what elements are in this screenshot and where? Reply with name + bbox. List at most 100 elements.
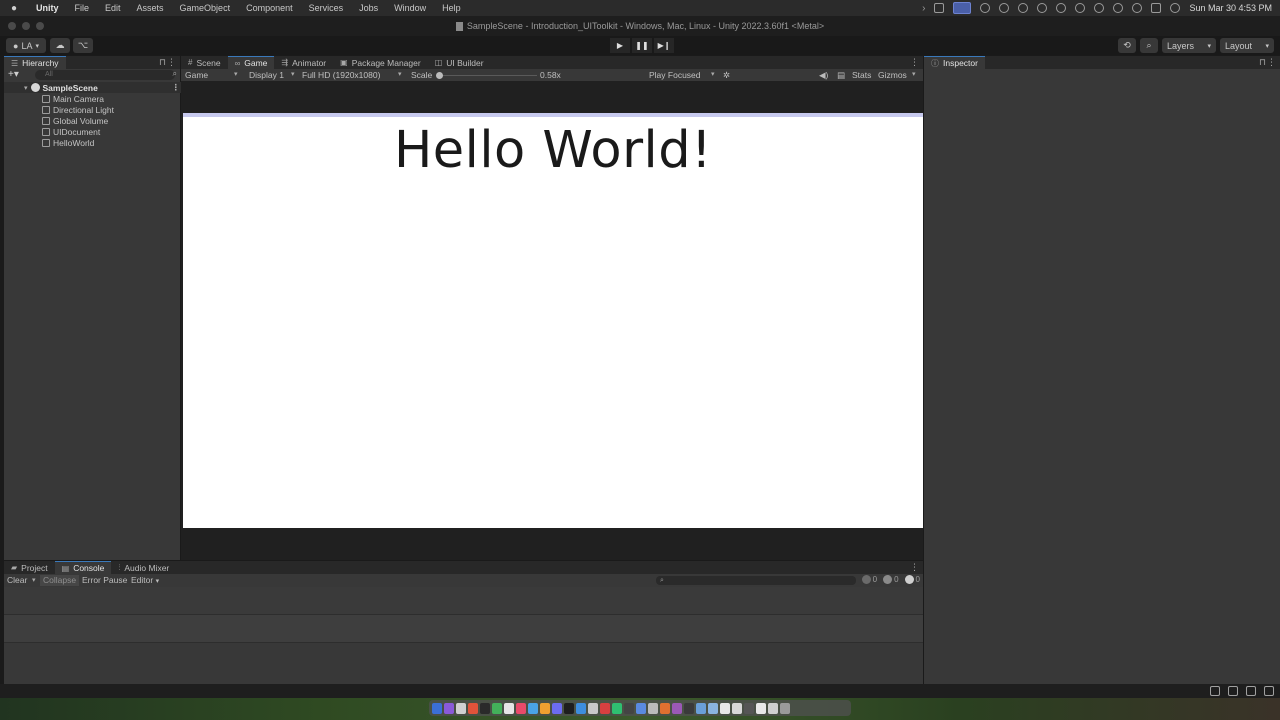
bug-icon[interactable]: ✲ bbox=[723, 69, 730, 81]
account-dropdown[interactable]: ● LA ▾ bbox=[6, 38, 46, 53]
error-count-toggle[interactable]: 0 bbox=[861, 575, 877, 584]
preview-icon[interactable] bbox=[648, 702, 658, 714]
tab-animator[interactable]: ⇶ Animator bbox=[274, 56, 333, 69]
hierarchy-search-input[interactable]: All bbox=[35, 70, 175, 80]
editor-dropdown[interactable]: Editor ▾ bbox=[128, 575, 162, 586]
keyboard-icon[interactable]: ▤ bbox=[837, 69, 845, 81]
menu-gameobject[interactable]: GameObject bbox=[172, 3, 239, 13]
photos-icon[interactable] bbox=[540, 702, 550, 714]
trash-icon[interactable] bbox=[780, 702, 790, 714]
tree-item-helloworld[interactable]: HelloWorld bbox=[4, 137, 184, 148]
tab-ui-builder[interactable]: ◫ UI Builder bbox=[428, 56, 491, 69]
rider-icon[interactable] bbox=[684, 702, 694, 714]
downloads-icon[interactable] bbox=[708, 702, 718, 714]
zoom-icon[interactable] bbox=[636, 702, 646, 714]
messages-icon[interactable] bbox=[492, 702, 502, 714]
cloud-button[interactable]: ☁ bbox=[50, 38, 70, 53]
settings-icon[interactable] bbox=[588, 702, 598, 714]
scale-slider-track[interactable] bbox=[437, 75, 537, 76]
notes-icon[interactable] bbox=[504, 702, 514, 714]
extension-icon[interactable] bbox=[980, 3, 991, 13]
window-icon[interactable] bbox=[732, 702, 742, 714]
menu-assets[interactable]: Assets bbox=[129, 3, 172, 13]
warning-count-toggle[interactable]: 0 bbox=[883, 575, 899, 584]
spotify-icon[interactable] bbox=[1018, 3, 1029, 13]
finder-icon[interactable] bbox=[432, 702, 442, 714]
progress-icon[interactable] bbox=[1228, 686, 1238, 696]
spotify-icon[interactable] bbox=[612, 702, 622, 714]
tree-item-directional-light[interactable]: Directional Light bbox=[4, 104, 184, 115]
screen-mirror-icon[interactable] bbox=[953, 2, 972, 14]
expand-arrow-icon[interactable]: ▾ bbox=[24, 84, 28, 92]
mute-audio-icon[interactable]: ◀) bbox=[819, 69, 828, 81]
vscode-icon[interactable] bbox=[576, 702, 586, 714]
more-options-icon[interactable]: ⋮ bbox=[910, 561, 919, 574]
menu-unity[interactable]: Unity bbox=[28, 3, 67, 13]
tree-item-scene[interactable]: ▾ SampleScene ⋮ bbox=[4, 82, 184, 93]
pause-button[interactable]: ❚❚ bbox=[632, 38, 652, 53]
package-icon[interactable] bbox=[999, 3, 1010, 13]
network-icon[interactable] bbox=[1246, 686, 1256, 696]
minimize-window-icon[interactable] bbox=[22, 22, 30, 30]
screen-record-icon[interactable] bbox=[934, 3, 945, 13]
info-count-toggle[interactable]: 0 bbox=[904, 575, 920, 584]
tree-item-main-camera[interactable]: Main Camera bbox=[4, 93, 184, 104]
mail-icon[interactable] bbox=[528, 702, 538, 714]
menu-component[interactable]: Component bbox=[238, 3, 301, 13]
user-icon[interactable] bbox=[1075, 3, 1086, 13]
tab-console[interactable]: ▤ Console bbox=[54, 561, 112, 574]
scene-search-icon[interactable]: ⌕ bbox=[173, 69, 177, 79]
gizmos-button[interactable]: Gizmos bbox=[878, 69, 907, 81]
music-icon[interactable] bbox=[516, 702, 526, 714]
chevron-down-icon[interactable]: ▾ bbox=[912, 69, 916, 81]
console-log-list[interactable] bbox=[4, 587, 923, 684]
close-window-icon[interactable] bbox=[8, 22, 16, 30]
screenshot-icon[interactable] bbox=[744, 702, 754, 714]
more-options-icon[interactable]: ⋮ bbox=[910, 56, 919, 69]
apple-menu-icon[interactable]: ● bbox=[0, 3, 28, 14]
play-mode-dropdown[interactable]: Play Focused bbox=[649, 69, 701, 81]
unity-hub-icon[interactable] bbox=[564, 702, 574, 714]
game-mode-dropdown[interactable]: Game bbox=[185, 69, 208, 81]
chevron-right-icon[interactable]: › bbox=[922, 3, 925, 14]
menu-jobs[interactable]: Jobs bbox=[351, 3, 386, 13]
headphones-icon[interactable] bbox=[1056, 3, 1067, 13]
folder-icon[interactable] bbox=[696, 702, 706, 714]
search-button[interactable]: ⌕ bbox=[1140, 38, 1158, 53]
blender-icon[interactable] bbox=[660, 702, 670, 714]
menu-services[interactable]: Services bbox=[301, 3, 352, 13]
tab-project[interactable]: ▰ Project bbox=[4, 561, 55, 574]
youtube-icon[interactable] bbox=[600, 702, 610, 714]
create-dropdown[interactable]: +▾ bbox=[8, 69, 19, 80]
tab-scene[interactable]: # Scene bbox=[181, 56, 228, 69]
wifi-icon[interactable] bbox=[1113, 3, 1124, 13]
launchpad-icon[interactable] bbox=[444, 702, 454, 714]
more-options-icon[interactable]: ⋮ bbox=[1267, 56, 1276, 69]
discord-icon[interactable] bbox=[552, 702, 562, 714]
tab-package-manager[interactable]: ▣ Package Manager bbox=[333, 56, 428, 69]
obs-icon[interactable] bbox=[672, 702, 682, 714]
zoom-window-icon[interactable] bbox=[36, 22, 44, 30]
history-icon[interactable] bbox=[1037, 3, 1048, 13]
layout-dropdown[interactable]: Layout ▾ bbox=[1220, 38, 1274, 53]
menu-window[interactable]: Window bbox=[386, 3, 434, 13]
safari-icon[interactable] bbox=[456, 702, 466, 714]
window-icon[interactable] bbox=[756, 702, 766, 714]
unity-icon[interactable] bbox=[624, 702, 634, 714]
tab-inspector[interactable]: ⓘ Inspector bbox=[924, 56, 985, 69]
chrome-icon[interactable] bbox=[468, 702, 478, 714]
scale-slider-handle[interactable] bbox=[436, 72, 443, 79]
resolution-dropdown[interactable]: Full HD (1920x1080) bbox=[302, 69, 380, 81]
debug-mode-icon[interactable] bbox=[1210, 686, 1220, 696]
tree-item-global-volume[interactable]: Global Volume bbox=[4, 115, 184, 126]
menubar-clock[interactable]: Sun Mar 30 4:53 PM bbox=[1189, 3, 1272, 13]
lock-icon[interactable]: ⊓ bbox=[159, 56, 166, 69]
display-dropdown[interactable]: Display 1 bbox=[249, 69, 284, 81]
check-icon[interactable] bbox=[1264, 686, 1274, 696]
window-icon[interactable] bbox=[768, 702, 778, 714]
play-button[interactable]: ▶ bbox=[610, 38, 630, 53]
layers-dropdown[interactable]: Layers ▾ bbox=[1162, 38, 1216, 53]
chevron-down-icon[interactable]: ▾ bbox=[29, 575, 39, 586]
version-control-button[interactable]: ⌥ bbox=[73, 38, 93, 53]
play-circle-icon[interactable] bbox=[1094, 3, 1105, 13]
